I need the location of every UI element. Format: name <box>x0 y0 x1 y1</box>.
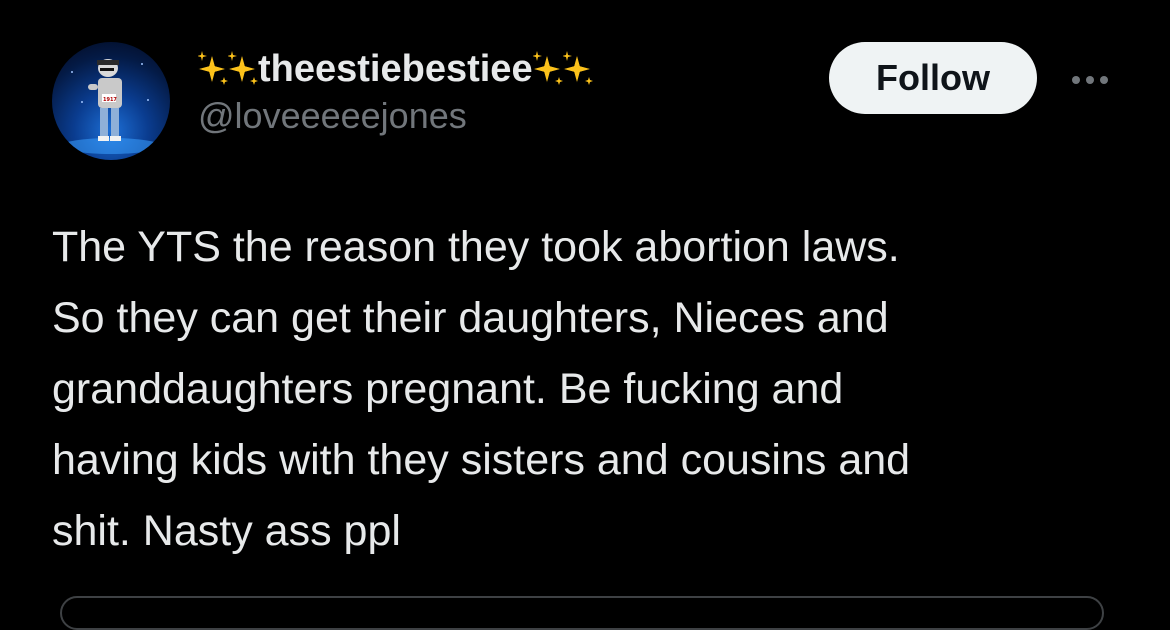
author-handle[interactable]: @loveeeeejones <box>198 94 593 138</box>
display-name-text: theestiebestiee <box>258 48 533 90</box>
sparkles-icon <box>198 49 228 89</box>
post-text-line: granddaughters pregnant. Be fucking and <box>52 365 844 413</box>
more-horizontal-icon <box>1100 76 1108 84</box>
avatar-image: 1917 <box>61 59 161 154</box>
author-display-name[interactable]: theestiebestiee <box>198 46 593 92</box>
sparkles-icon <box>228 49 258 89</box>
more-horizontal-icon <box>1086 76 1094 84</box>
more-options-button[interactable] <box>1060 60 1120 100</box>
author-avatar[interactable]: 1917 <box>52 42 170 160</box>
post-text: The YTS the reason they took abortion la… <box>52 212 1142 567</box>
sparkles-icon <box>532 49 563 89</box>
post-text-line: So they can get their daughters, Nieces … <box>52 294 889 342</box>
post-text-line: shit. Nasty ass ppl <box>52 507 401 555</box>
embedded-card-edge <box>60 596 1104 630</box>
follow-button[interactable]: Follow <box>829 42 1037 114</box>
post-text-line: The YTS the reason they took abortion la… <box>52 223 900 271</box>
post-card: 1917 theestiebestiee @loveeeeejones Foll… <box>0 0 1170 630</box>
post-text-line: having kids with they sisters and cousin… <box>52 436 911 484</box>
post-header: theestiebestiee @loveeeeejones <box>198 46 593 138</box>
avatar-badge: 1917 <box>103 97 117 103</box>
sparkles-icon <box>562 49 593 89</box>
more-horizontal-icon <box>1072 76 1080 84</box>
